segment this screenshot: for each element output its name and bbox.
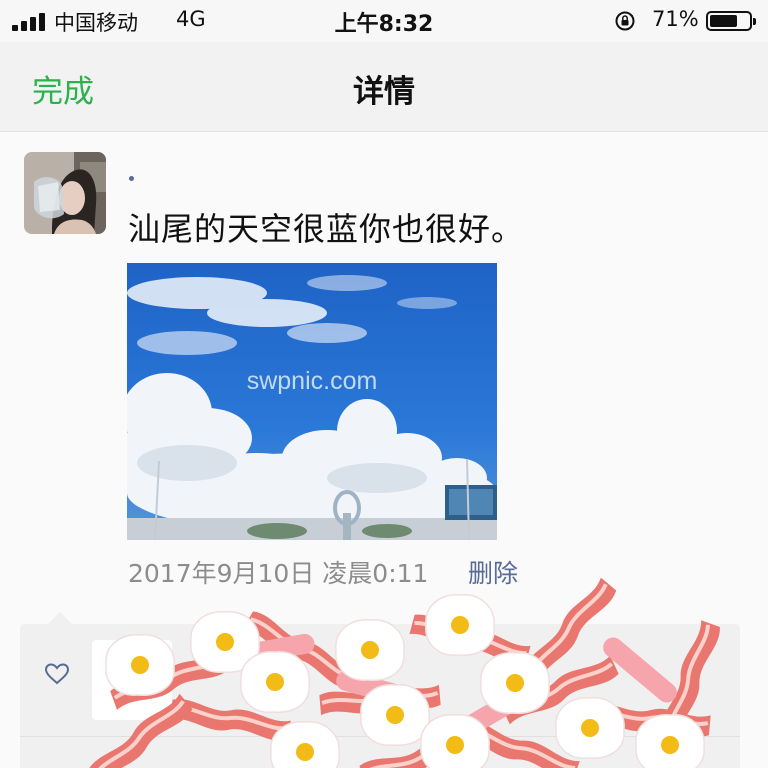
post-text: 汕尾的天空很蓝你也很好。 bbox=[128, 210, 525, 248]
author-avatar[interactable] bbox=[24, 152, 106, 234]
liker-avatar[interactable] bbox=[92, 640, 172, 720]
photo-watermark: swpnic.com bbox=[246, 367, 378, 395]
page-title: 详情 bbox=[353, 74, 415, 110]
delete-button[interactable]: 删除 bbox=[468, 554, 518, 590]
heart-outline-icon[interactable] bbox=[44, 662, 70, 686]
likes-comments-panel bbox=[20, 612, 740, 768]
author-name[interactable] bbox=[129, 176, 134, 181]
navigation-bar: 完成 详情 bbox=[0, 42, 768, 132]
orientation-lock-icon bbox=[615, 11, 635, 31]
post-detail: 汕尾的天空很蓝你也很好。 swpnic.com 2017年9月10日 凌晨0:1… bbox=[0, 132, 768, 768]
post-photo[interactable]: swpnic.com bbox=[127, 263, 497, 540]
status-bar: 中国移动 4G 上午8:32 71% bbox=[0, 0, 768, 42]
divider bbox=[20, 736, 740, 737]
battery-percent: 71% bbox=[652, 7, 699, 31]
post-timestamp: 2017年9月10日 凌晨0:11 bbox=[128, 559, 429, 588]
battery-icon bbox=[706, 11, 756, 31]
